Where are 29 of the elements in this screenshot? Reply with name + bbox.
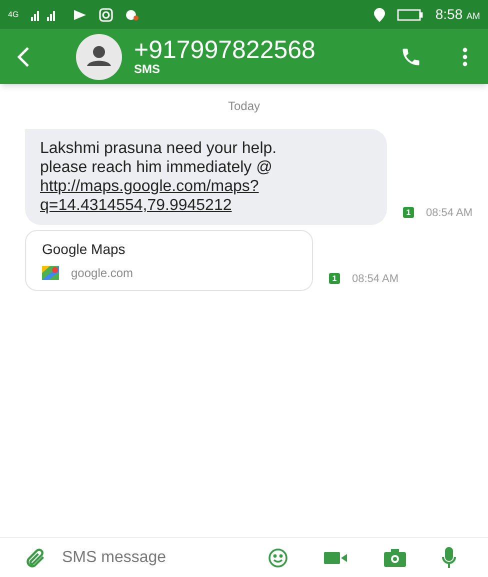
camera-icon[interactable] bbox=[384, 548, 406, 566]
more-icon bbox=[462, 46, 468, 66]
avatar-icon bbox=[76, 34, 122, 80]
preview-domain: google.com bbox=[71, 265, 134, 282]
microphone-icon[interactable] bbox=[442, 546, 456, 568]
contact-number: +917997822568 bbox=[134, 38, 316, 63]
video-camera-icon[interactable] bbox=[324, 550, 348, 564]
map-link[interactable]: http://maps.google.com/maps? q=14.4314554,79.9945212 bbox=[40, 177, 259, 215]
message-time: 08:54 AM bbox=[352, 272, 398, 286]
location-icon bbox=[374, 8, 386, 22]
network-type: 4G bbox=[8, 10, 19, 18]
clock: 8:58 AM bbox=[435, 5, 480, 24]
conversation-type: SMS bbox=[134, 63, 162, 75]
preview-title: Google Maps bbox=[42, 240, 126, 259]
message-time: 08:54 AM bbox=[426, 206, 472, 220]
message-input[interactable]: SMS message bbox=[62, 546, 252, 570]
map-icon bbox=[42, 266, 59, 280]
sim-badge: 1 bbox=[329, 273, 340, 284]
date-divider: Today bbox=[228, 98, 260, 115]
more-options-button[interactable] bbox=[462, 46, 468, 66]
battery-icon bbox=[397, 8, 424, 20]
paperclip-icon[interactable] bbox=[24, 546, 46, 568]
play-icon bbox=[72, 8, 87, 20]
smiley-icon[interactable] bbox=[268, 548, 288, 568]
camera-icon bbox=[98, 8, 113, 22]
back-icon bbox=[16, 46, 30, 68]
link-preview-card[interactable]: Google Maps google.com bbox=[25, 230, 313, 291]
chat-icon bbox=[124, 8, 139, 20]
sim-badge: 1 bbox=[403, 207, 414, 218]
